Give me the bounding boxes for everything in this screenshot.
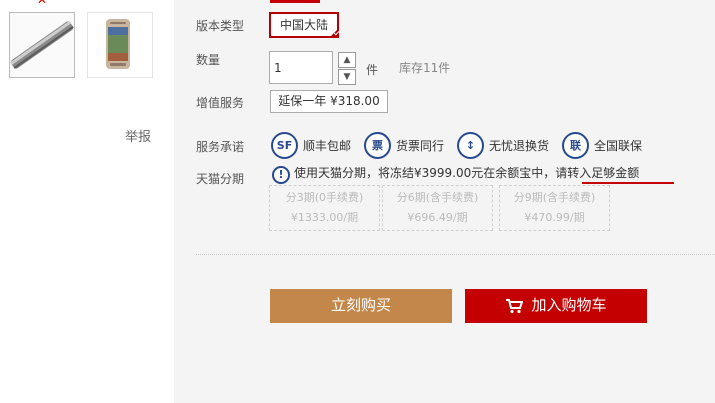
selected-tab-indicator bbox=[270, 0, 320, 3]
service-warranty[interactable]: 联 全国联保 bbox=[562, 131, 642, 159]
installment-option-3[interactable]: 分3期(0手续费) ¥1333.00/期 bbox=[269, 185, 380, 231]
installment-notice: 使用天猫分期，将冻结¥3999.00元在余额宝中，请转入足够金额 bbox=[294, 166, 640, 180]
version-label: 版本类型 bbox=[196, 19, 245, 33]
report-link[interactable]: 举报 bbox=[125, 126, 151, 145]
service-text: 货票同行 bbox=[396, 138, 445, 153]
product-thumbnail-side[interactable] bbox=[9, 12, 75, 78]
installment-amount: ¥470.99/期 bbox=[524, 211, 585, 224]
quantity-unit: 件 bbox=[366, 63, 379, 77]
close-icon[interactable]: ✕ bbox=[37, 0, 47, 6]
installment-option-9[interactable]: 分9期(含手续费) ¥470.99/期 bbox=[499, 185, 610, 231]
service-text: 全国联保 bbox=[594, 138, 643, 153]
cart-icon bbox=[506, 299, 524, 314]
installment-term: 分9期(含手续费) bbox=[513, 191, 596, 204]
quantity-increase-button[interactable]: ▲ bbox=[338, 52, 356, 68]
add-to-cart-label: 加入购物车 bbox=[531, 297, 607, 314]
stock-count: 库存11件 bbox=[399, 61, 451, 75]
service-text: 顺丰包邮 bbox=[303, 138, 352, 153]
buy-now-button[interactable]: 立刻购买 bbox=[270, 289, 452, 323]
quantity-label: 数量 bbox=[196, 53, 221, 67]
value-added-label: 增值服务 bbox=[196, 96, 245, 110]
version-option-selected[interactable]: 中国大陆 bbox=[269, 12, 339, 38]
product-thumbnail-front[interactable] bbox=[87, 12, 153, 78]
info-icon: ! bbox=[272, 166, 290, 184]
installment-amount: ¥1333.00/期 bbox=[290, 211, 359, 224]
chevron-up-icon: ▲ bbox=[343, 55, 351, 65]
installment-term: 分6期(含手续费) bbox=[396, 191, 479, 204]
add-to-cart-button[interactable]: 加入购物车 bbox=[465, 289, 647, 323]
divider bbox=[196, 254, 715, 255]
return-exchange-icon: ↕ bbox=[457, 131, 484, 159]
service-invoice[interactable]: 票 货票同行 bbox=[364, 131, 444, 159]
sf-express-icon: SF bbox=[271, 131, 298, 159]
quantity-input[interactable] bbox=[269, 51, 333, 84]
installment-label: 天猫分期 bbox=[196, 172, 245, 186]
installment-amount: ¥696.49/期 bbox=[407, 211, 468, 224]
service-label: 服务承诺 bbox=[196, 140, 245, 154]
installment-option-6[interactable]: 分6期(含手续费) ¥696.49/期 bbox=[382, 185, 493, 231]
service-return[interactable]: ↕ 无忧退换货 bbox=[457, 131, 549, 159]
invoice-icon: 票 bbox=[364, 131, 391, 159]
quantity-decrease-button[interactable]: ▼ bbox=[338, 69, 356, 85]
installment-term: 分3期(0手续费) bbox=[285, 191, 364, 204]
warranty-icon: 联 bbox=[562, 131, 589, 159]
notice-underline bbox=[582, 182, 674, 184]
service-text: 无忧退换货 bbox=[489, 138, 550, 153]
selected-check-icon bbox=[329, 28, 339, 38]
version-option-label: 中国大陆 bbox=[279, 18, 328, 32]
service-sf-shipping[interactable]: SF 顺丰包邮 bbox=[271, 131, 351, 159]
extended-warranty-option[interactable]: 延保一年 ¥318.00 bbox=[270, 90, 388, 113]
chevron-down-icon: ▼ bbox=[343, 72, 351, 82]
thumbnail-column: ✕ 举报 bbox=[0, 0, 174, 403]
